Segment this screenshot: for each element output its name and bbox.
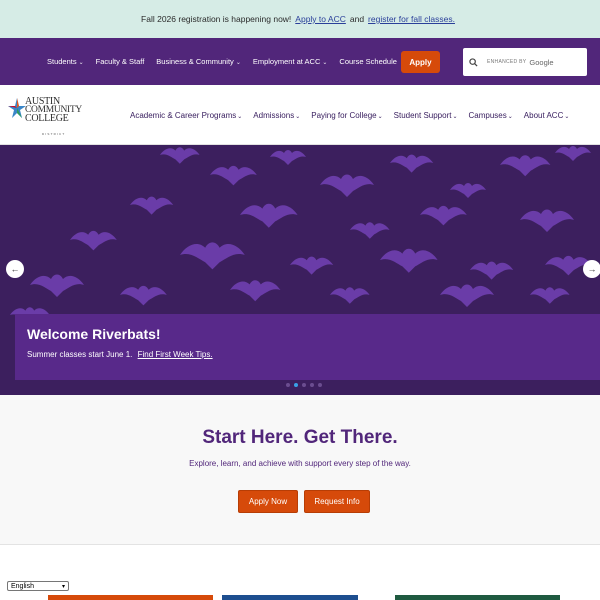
- carousel-dot[interactable]: [302, 383, 306, 387]
- chevron-down-icon: ▾: [61, 583, 65, 590]
- chevron-down-icon: ⌄: [452, 113, 458, 120]
- carousel-dot[interactable]: [310, 383, 314, 387]
- search-enhanced-label: ENHANCED BY: [487, 59, 527, 65]
- start-title: Start Here. Get There.: [202, 427, 398, 448]
- main-nav-items: Academic & Career Programs⌄ Admissions⌄ …: [130, 85, 580, 145]
- carousel-dot[interactable]: [318, 383, 322, 387]
- search-icon[interactable]: [463, 57, 483, 67]
- utility-link-employment[interactable]: Employment at ACC ⌄: [253, 57, 328, 66]
- feature-card-orange[interactable]: [48, 595, 213, 600]
- hero-title: Welcome Riverbats!: [27, 326, 161, 342]
- utility-links: Students ⌄ Faculty & Staff Business & Com…: [47, 38, 409, 85]
- announcement-text: Fall 2026 registration is happening now!: [141, 14, 292, 24]
- main-navigation: AUSTIN COMMUNITY COLLEGE DISTRICT Academ…: [0, 85, 600, 145]
- nav-item-admissions[interactable]: Admissions⌄: [253, 111, 300, 120]
- language-select[interactable]: English ▾: [7, 581, 69, 591]
- nav-item-student-support[interactable]: Student Support⌄: [394, 111, 458, 120]
- chevron-down-icon: ⌄: [235, 60, 241, 66]
- arrow-right-icon: →: [587, 264, 597, 274]
- feature-card-green[interactable]: [395, 595, 560, 600]
- chevron-down-icon: ⌄: [507, 113, 513, 120]
- announcement-and: and: [349, 14, 365, 24]
- start-subtitle: Explore, learn, and achieve with support…: [189, 459, 411, 468]
- utility-link-course-schedule[interactable]: Course Schedule: [339, 57, 397, 66]
- hero-subtitle: Summer classes start June 1. Find First …: [27, 350, 213, 359]
- star-logo-icon: [8, 98, 26, 118]
- arrow-left-icon: ←: [10, 264, 20, 274]
- carousel-dot-active[interactable]: [294, 383, 298, 387]
- request-info-button[interactable]: Request Info: [304, 490, 370, 513]
- chevron-down-icon: ⌄: [322, 60, 328, 66]
- carousel-next-button[interactable]: →: [583, 260, 600, 278]
- chevron-down-icon: ⌄: [78, 60, 84, 66]
- nav-item-paying-for-college[interactable]: Paying for College⌄: [311, 111, 382, 120]
- register-fall-link[interactable]: register for fall classes.: [368, 14, 455, 24]
- start-here-section: Start Here. Get There. Explore, learn, a…: [0, 395, 600, 545]
- logo-wordmark: AUSTIN COMMUNITY COLLEGE: [25, 96, 82, 124]
- search-input[interactable]: ENHANCED BY Google: [463, 48, 587, 76]
- carousel-dots: [286, 383, 322, 387]
- utility-link-faculty-staff[interactable]: Faculty & Staff: [96, 57, 145, 66]
- chevron-down-icon: ⌄: [295, 113, 301, 120]
- apply-to-acc-link[interactable]: Apply to ACC: [295, 14, 346, 24]
- chevron-down-icon: ⌄: [377, 113, 383, 120]
- nav-item-academic-career-programs[interactable]: Academic & Career Programs⌄: [130, 111, 242, 120]
- carousel-prev-button[interactable]: ←: [6, 260, 24, 278]
- nav-item-campuses[interactable]: Campuses⌄: [469, 111, 513, 120]
- logo-district: DISTRICT: [42, 132, 66, 136]
- nav-item-about-acc[interactable]: About ACC⌄: [524, 111, 570, 120]
- hero-caption: Welcome Riverbats! Summer classes start …: [15, 314, 600, 380]
- utility-apply-button[interactable]: Apply: [401, 51, 440, 73]
- announcement-bar: Fall 2026 registration is happening now!…: [0, 0, 600, 38]
- acc-logo[interactable]: AUSTIN COMMUNITY COLLEGE DISTRICT: [8, 96, 82, 136]
- first-week-tips-link[interactable]: Find First Week Tips.: [138, 350, 213, 359]
- utility-link-business-community[interactable]: Business & Community ⌄: [156, 57, 241, 66]
- utility-link-students[interactable]: Students ⌄: [47, 57, 84, 66]
- chevron-down-icon: ⌄: [237, 113, 243, 120]
- carousel-dot[interactable]: [286, 383, 290, 387]
- google-label: Google: [529, 57, 554, 67]
- hero-carousel: Welcome Riverbats! Summer classes start …: [0, 145, 600, 395]
- language-selected: English: [11, 582, 34, 590]
- chevron-down-icon: ⌄: [564, 113, 570, 120]
- feature-card-blue[interactable]: [222, 595, 358, 600]
- apply-now-button[interactable]: Apply Now: [238, 490, 298, 513]
